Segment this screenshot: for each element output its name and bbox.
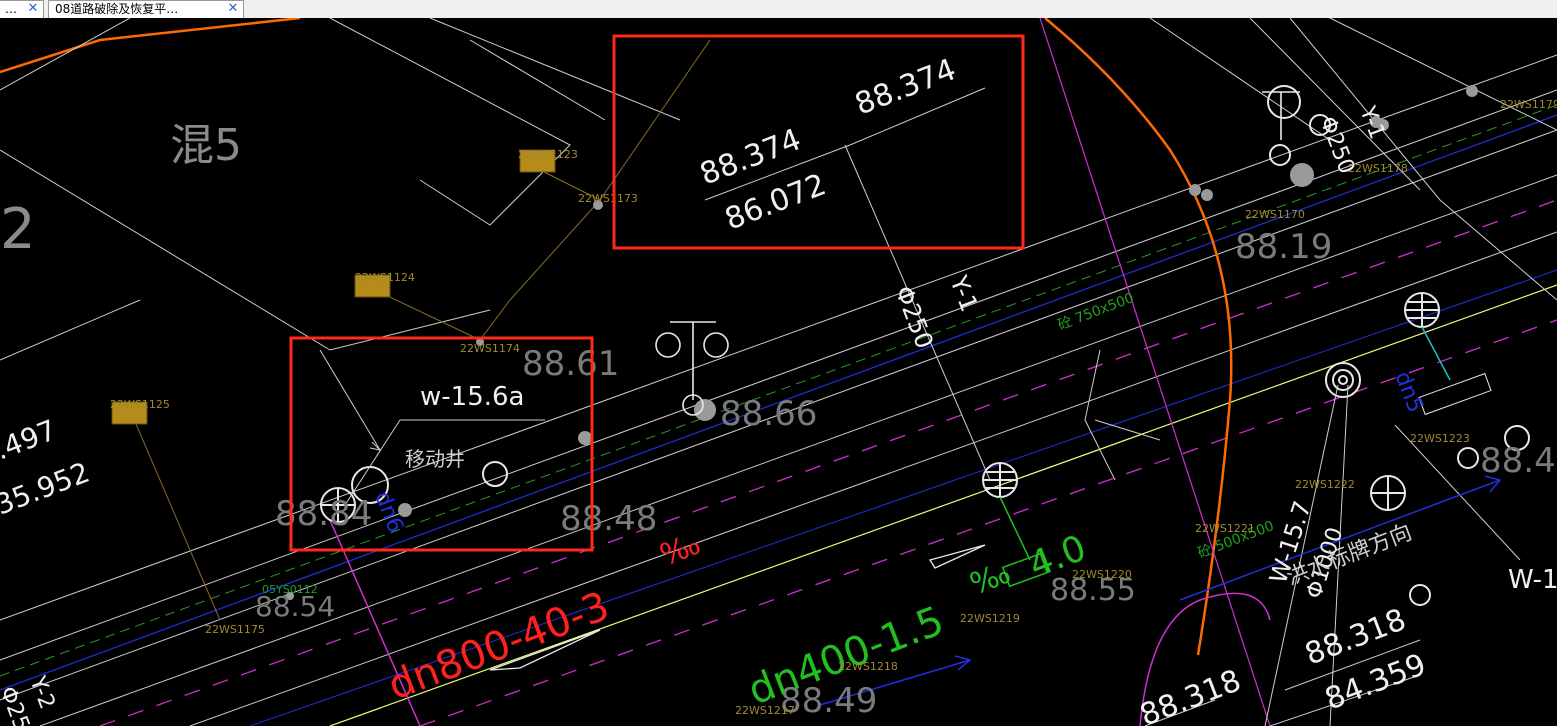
structure-id: 22WS1217	[735, 704, 795, 717]
move-well-label: 移动井	[405, 447, 465, 471]
structure-id: 22WS1175	[205, 623, 265, 636]
structure-id: 22WS1125	[110, 398, 170, 411]
elevation-label: 88.66	[720, 394, 817, 434]
elevation-label: 88.48	[560, 499, 657, 539]
tab-active-drawing[interactable]: 08道路破除及恢复平… ✕	[48, 0, 244, 18]
close-icon[interactable]: ✕	[227, 1, 239, 17]
structure-id: 22WS1123	[518, 148, 578, 161]
manhole-crossed[interactable]	[1404, 292, 1440, 328]
document-tab-bar: … ✕ 08道路破除及恢复平… ✕	[0, 0, 1557, 19]
structure-id: 22WS1220	[1072, 568, 1132, 581]
structure-id: 22WS1218	[838, 660, 898, 673]
area-label: 2	[0, 197, 36, 262]
manhole-crossed[interactable]	[1370, 475, 1406, 511]
elevation-label: 88.61	[522, 344, 619, 384]
close-icon[interactable]: ✕	[27, 1, 39, 17]
elevation-label: 88.19	[1235, 227, 1332, 267]
structure-id: 22WS1219	[960, 612, 1020, 625]
structure-id: 22WS1222	[1295, 478, 1355, 491]
tab-label: 08道路破除及恢复平…	[55, 2, 179, 16]
well-label: w-15.6a	[420, 382, 524, 412]
structure-id: 22WS1174	[460, 342, 520, 355]
structure-id: 22WS1124	[355, 271, 415, 284]
well-label: W-15	[1508, 565, 1557, 595]
elevation-label: 88.41	[1480, 441, 1557, 481]
structure-id: 05YS0112	[262, 583, 318, 596]
structure-id: 22WS1221	[1195, 522, 1255, 535]
cad-drawing-canvas[interactable]: 混5 2 88.374 88.374 86.072 Y-1 Φ250 w-15.…	[0, 18, 1557, 726]
tab-previous-drawing[interactable]: … ✕	[0, 0, 44, 18]
structure-id: 22WS1223	[1410, 432, 1470, 445]
area-label: 混5	[170, 120, 242, 171]
tab-label: …	[5, 2, 17, 16]
structure-id: 22WS1170	[1245, 208, 1305, 221]
structure-id: 22WS1179	[1500, 98, 1557, 111]
structure-id: 22WS1173	[578, 192, 638, 205]
manhole-crossed[interactable]	[982, 462, 1018, 498]
